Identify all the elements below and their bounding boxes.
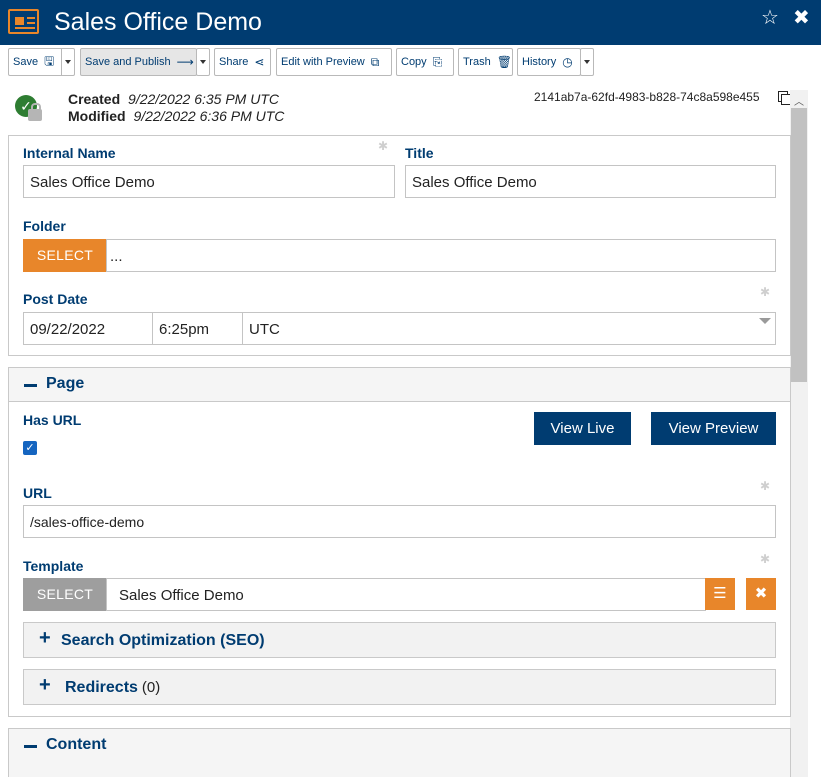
expand-icon: + — [39, 627, 51, 649]
required-marker: ✱ — [760, 552, 771, 566]
save-label: Save — [13, 56, 39, 68]
chevron-down-icon — [759, 318, 771, 324]
view-live-button[interactable]: View Live — [534, 412, 631, 445]
modified-label: Modified — [68, 108, 126, 124]
arrow-right-icon: ⟶ — [176, 55, 194, 69]
item-guid: 2141ab7a-62fd-4983-b828-74c8a598e455 — [534, 90, 760, 104]
toolbar: Save 🖫 Save and Publish ⟶ Share ⋖ Edit w… — [0, 45, 821, 85]
page-section-title: Page — [46, 375, 85, 392]
created-row: Created 9/22/2022 6:35 PM UTC — [68, 91, 279, 107]
trash-icon: 🗑 — [496, 55, 512, 69]
timezone-select[interactable]: UTC — [242, 312, 776, 345]
history-button[interactable]: History ◷ — [517, 48, 581, 76]
save-and-publish-button[interactable]: Save and Publish ⟶ — [80, 48, 197, 76]
history-dropdown-toggle[interactable] — [580, 48, 594, 76]
expand-icon: + — [39, 674, 51, 696]
copy-label: Copy — [401, 56, 427, 68]
save-dropdown-toggle[interactable] — [61, 49, 74, 75]
template-select-button[interactable]: SELECT — [23, 578, 107, 611]
post-date-input[interactable]: 09/22/2022 — [23, 312, 153, 345]
required-marker: ✱ — [760, 285, 771, 299]
template-label: Template — [23, 558, 84, 574]
internal-name-input[interactable]: Sales Office Demo — [23, 165, 395, 198]
scroll-up-arrow[interactable]: ︿ — [793, 93, 805, 108]
share-button[interactable]: Share ⋖ — [214, 48, 271, 76]
content-section-header[interactable]: Content — [8, 728, 791, 777]
seo-section-header[interactable]: + Search Optimization (SEO) — [23, 622, 776, 658]
url-input[interactable]: /sales-office-demo — [23, 505, 776, 538]
folder-value: ... — [106, 239, 776, 272]
copy-pages-icon: ⎘ — [432, 54, 443, 69]
template-value: Sales Office Demo — [106, 578, 706, 611]
star-icon[interactable]: ☆ — [761, 8, 779, 28]
window-header: Sales Office Demo ☆ ✖ — [0, 0, 821, 45]
post-date-label: Post Date — [23, 291, 88, 307]
redirects-title: Redirects — [65, 679, 138, 696]
save-icon: 🖫 — [44, 53, 55, 68]
title-label: Title — [405, 145, 434, 161]
has-url-checkbox[interactable]: ✓ — [23, 441, 37, 455]
content-section-title: Content — [46, 736, 107, 753]
clear-template-icon[interactable]: ✖ — [746, 578, 776, 610]
save-button[interactable]: Save 🖫 — [8, 48, 75, 76]
required-marker: ✱ — [378, 139, 389, 153]
item-meta: ✓ Created 9/22/2022 6:35 PM UTC Modified… — [0, 85, 821, 135]
save-and-publish-label: Save and Publish — [85, 56, 171, 68]
copy-button[interactable]: Copy ⎘ — [396, 48, 454, 76]
post-time-input[interactable]: 6:25pm — [152, 312, 243, 345]
internal-name-label: Internal Name — [23, 145, 116, 161]
trash-button[interactable]: Trash 🗑 — [458, 48, 513, 76]
copy-icon[interactable] — [778, 91, 791, 105]
url-label: URL — [23, 485, 52, 501]
external-link-icon: ⧉ — [370, 54, 380, 69]
edit-with-preview-button[interactable]: Edit with Preview ⧉ — [276, 48, 392, 76]
seo-section-title: Search Optimization (SEO) — [61, 632, 265, 649]
modified-row: Modified 9/22/2022 6:36 PM UTC — [68, 108, 284, 124]
scrollbar-thumb[interactable] — [791, 108, 807, 382]
modified-value: 9/22/2022 6:36 PM UTC — [133, 108, 285, 124]
newspaper-icon — [8, 9, 39, 34]
created-value: 9/22/2022 6:35 PM UTC — [128, 91, 280, 107]
window-title: Sales Office Demo — [54, 8, 262, 36]
collapse-icon — [24, 384, 37, 387]
history-label: History — [522, 56, 557, 68]
redirects-section-title: Redirects (0) — [65, 679, 160, 697]
clock-icon: ◷ — [562, 55, 573, 69]
collapse-icon — [24, 745, 37, 748]
has-url-label: Has URL — [23, 412, 82, 428]
lock-icon — [28, 103, 42, 121]
share-icon: ⋖ — [254, 55, 265, 69]
edit-with-preview-label: Edit with Preview — [281, 56, 365, 68]
created-label: Created — [68, 91, 121, 107]
page-section-header[interactable]: Page — [8, 367, 791, 402]
view-preview-button[interactable]: View Preview — [651, 412, 776, 445]
folder-label: Folder — [23, 218, 66, 234]
trash-label: Trash — [463, 56, 491, 68]
hamburger-icon[interactable]: ☰ — [705, 578, 735, 610]
folder-select-button[interactable]: SELECT — [23, 239, 107, 272]
redirects-section-header[interactable]: + Redirects (0) — [23, 669, 776, 705]
close-icon[interactable]: ✖ — [793, 8, 810, 28]
publish-dropdown-toggle[interactable] — [196, 48, 210, 76]
redirects-count: (0) — [141, 679, 161, 696]
title-input[interactable]: Sales Office Demo — [405, 165, 776, 198]
required-marker: ✱ — [760, 479, 771, 493]
share-label: Share — [219, 56, 249, 68]
